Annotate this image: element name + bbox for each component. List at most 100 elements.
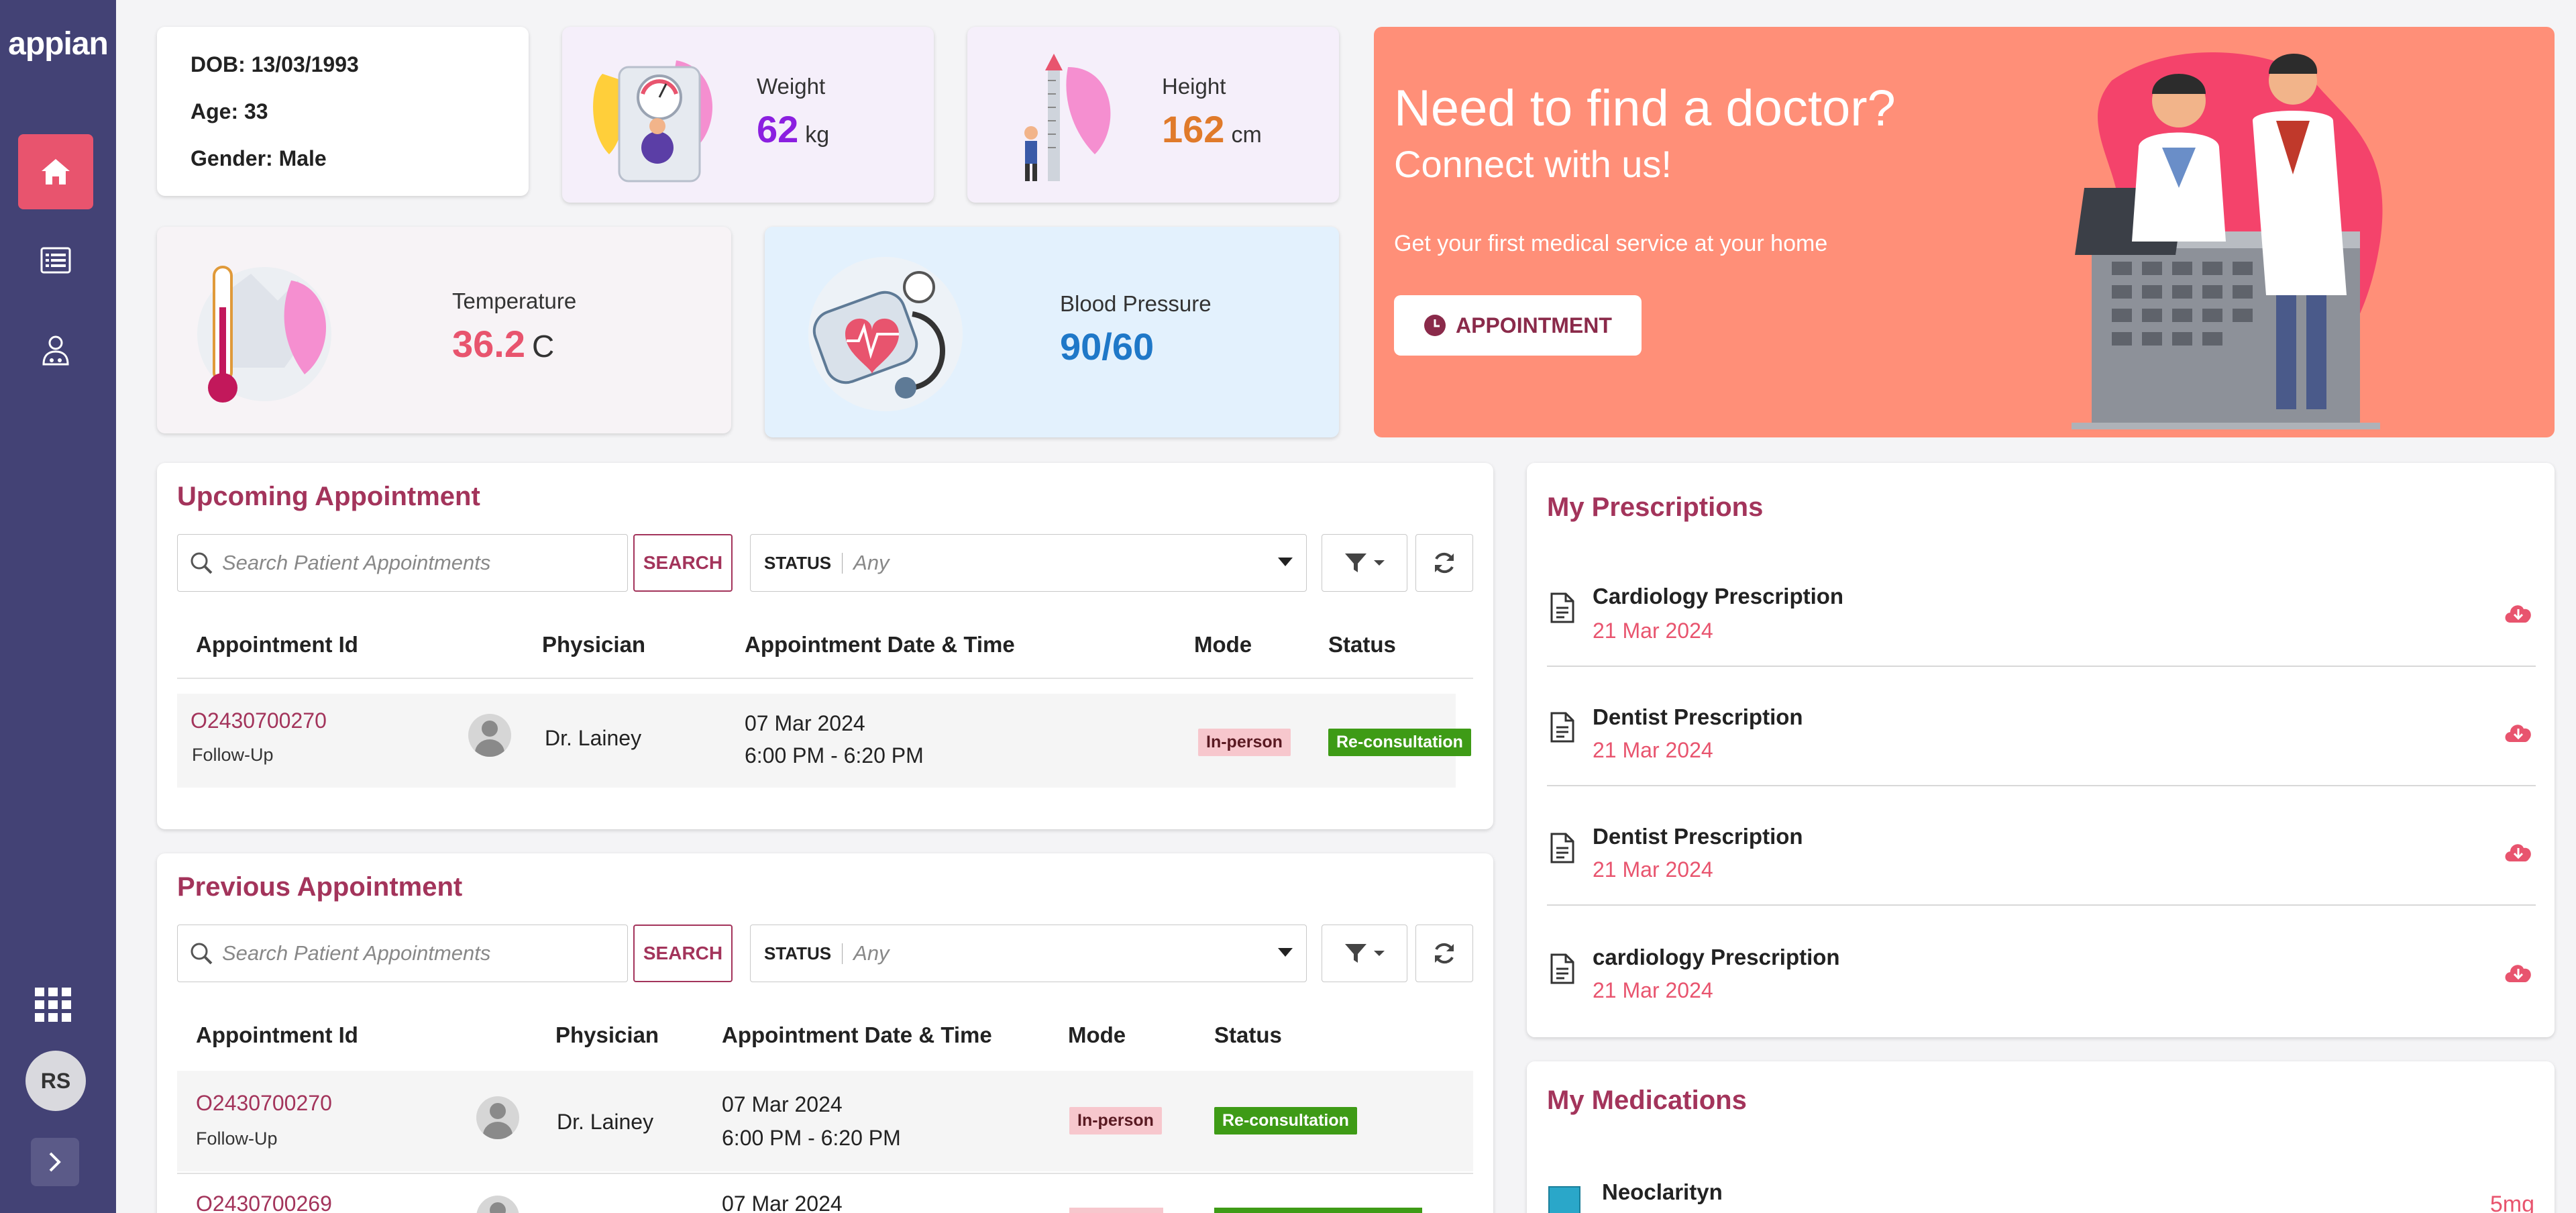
download-cloud-icon[interactable] xyxy=(2502,600,2534,624)
hero-subtitle: Connect with us! xyxy=(1394,143,1672,185)
row-divider xyxy=(177,1173,1473,1174)
document-icon xyxy=(1550,592,1574,623)
previous-title: Previous Appointment xyxy=(177,872,463,902)
upcoming-status-dropdown[interactable]: STATUS Any xyxy=(750,534,1307,592)
caret-down-icon xyxy=(1374,560,1385,566)
status-value: Any xyxy=(853,941,890,965)
home-icon xyxy=(42,159,70,184)
col-date-time: Appointment Date & Time xyxy=(745,632,1015,657)
refresh-icon xyxy=(1435,943,1454,964)
appointment-time: 6:00 PM - 6:20 PM xyxy=(722,1126,901,1150)
col-mode: Mode xyxy=(1068,1022,1126,1047)
appointment-date: 07 Mar 2024 xyxy=(722,1092,843,1116)
appointment-date: 07 Mar 2024 xyxy=(722,1192,843,1213)
physician-avatar xyxy=(468,714,511,757)
prescriptions-title: My Prescriptions xyxy=(1547,492,1764,522)
previous-appointment-card: Previous Appointment Search Patient Appo… xyxy=(157,853,1493,1213)
height-value: 162 cm xyxy=(1162,108,1262,150)
document-icon xyxy=(1550,953,1574,984)
document-icon xyxy=(1550,833,1574,863)
prescription-name: Cardiology Prescription xyxy=(1593,584,1844,609)
temperature-card: Temperature 36.2 C xyxy=(157,227,731,433)
age-text: Age: 33 xyxy=(191,99,268,123)
upcoming-search-button[interactable]: SEARCH xyxy=(633,534,733,592)
download-cloud-icon[interactable] xyxy=(2502,839,2534,863)
prescription-name: cardiology Prescription xyxy=(1593,945,1840,969)
mode-badge: In-person xyxy=(1069,1107,1162,1135)
appointment-button-label: APPOINTMENT xyxy=(1456,313,1612,337)
find-doctor-banner: Need to find a doctor? Connect with us! … xyxy=(1374,27,2555,437)
col-status: Status xyxy=(1214,1022,1282,1047)
height-card: Height 162 cm xyxy=(967,27,1339,203)
previous-refresh-button[interactable] xyxy=(1415,925,1473,982)
upcoming-filter-button[interactable] xyxy=(1322,534,1407,592)
col-date-time: Appointment Date & Time xyxy=(722,1022,992,1047)
weight-card: Weight 62 kg xyxy=(562,27,934,203)
sidebar-item-list[interactable] xyxy=(18,223,93,298)
status-label: STATUS xyxy=(764,552,843,574)
medicine-thumbnail xyxy=(1548,1186,1580,1213)
prescription-date: 21 Mar 2024 xyxy=(1593,738,1713,762)
doctors-illustration xyxy=(2072,52,2383,429)
caret-down-icon xyxy=(1278,558,1293,566)
app-logo[interactable]: appian xyxy=(0,25,116,62)
appointment-id-link[interactable]: O2430700270 xyxy=(196,1091,332,1116)
previous-filter-button[interactable] xyxy=(1322,925,1407,982)
height-ruler-illustration xyxy=(1024,54,1111,181)
hero-title: Need to find a doctor? xyxy=(1394,80,1896,137)
dob-text: DOB: 13/03/1993 xyxy=(191,52,359,76)
weight-value: 62 kg xyxy=(757,108,830,150)
appointment-id-link[interactable]: O2430700270 xyxy=(191,708,327,733)
previous-search-input[interactable]: Search Patient Appointments xyxy=(177,925,628,982)
status-badge: Re-consultation xyxy=(1328,729,1471,756)
height-label: Height xyxy=(1162,74,1226,99)
temperature-label: Temperature xyxy=(452,288,577,313)
divider xyxy=(1547,666,2536,667)
upcoming-title: Upcoming Appointment xyxy=(177,482,480,511)
gender-text: Gender: Male xyxy=(191,146,327,170)
prescriptions-card: My Prescriptions Cardiology Prescription… xyxy=(1527,463,2555,1037)
status-value: Any xyxy=(853,551,890,574)
apps-grid-icon[interactable] xyxy=(35,988,72,1026)
clock-icon xyxy=(1424,315,1446,336)
blood-pressure-illustration xyxy=(808,257,963,411)
appointment-id-link[interactable]: O2430700269 xyxy=(196,1192,332,1213)
weight-scale-illustration xyxy=(593,60,712,182)
weight-label: Weight xyxy=(757,74,826,99)
list-icon xyxy=(40,247,71,274)
prescription-name: Dentist Prescription xyxy=(1593,704,1803,729)
appointment-button[interactable]: APPOINTMENT xyxy=(1394,295,1642,356)
expand-sidebar-button[interactable] xyxy=(31,1138,79,1186)
blood-pressure-card: Blood Pressure 90/60 xyxy=(765,227,1339,437)
col-appointment-id: Appointment Id xyxy=(196,1022,358,1047)
search-placeholder: Search Patient Appointments xyxy=(222,941,491,965)
hero-text: Get your first medical service at your h… xyxy=(1394,231,1828,256)
col-appointment-id: Appointment Id xyxy=(196,632,358,657)
download-cloud-icon[interactable] xyxy=(2502,719,2534,743)
mode-badge xyxy=(1069,1208,1163,1213)
col-status: Status xyxy=(1328,632,1396,657)
appointment-type: Follow-Up xyxy=(196,1128,278,1149)
appointment-date: 07 Mar 2024 xyxy=(745,711,865,735)
download-cloud-icon[interactable] xyxy=(2502,959,2534,984)
filter-icon xyxy=(1345,553,1366,572)
medication-name: Neoclarityn xyxy=(1602,1179,1723,1204)
status-badge: Re-consultation xyxy=(1214,1107,1357,1135)
sidebar-item-doctor[interactable] xyxy=(18,313,93,388)
search-icon xyxy=(191,552,213,574)
prescription-date: 21 Mar 2024 xyxy=(1593,619,1713,643)
upcoming-search-input[interactable]: Search Patient Appointments xyxy=(177,534,628,592)
col-physician: Physician xyxy=(542,632,646,657)
upcoming-refresh-button[interactable] xyxy=(1415,534,1473,592)
document-icon xyxy=(1550,712,1574,743)
blood-pressure-label: Blood Pressure xyxy=(1060,291,1212,316)
sidebar-item-home[interactable] xyxy=(18,134,93,209)
previous-status-dropdown[interactable]: STATUS Any xyxy=(750,925,1307,982)
doctor-icon xyxy=(42,335,69,366)
previous-search-button[interactable]: SEARCH xyxy=(633,925,733,982)
thermometer-illustration xyxy=(197,266,331,403)
user-avatar[interactable]: RS xyxy=(25,1051,86,1111)
medications-title: My Medications xyxy=(1547,1086,1747,1115)
profile-card: DOB: 13/03/1993 Age: 33 Gender: Male xyxy=(157,27,529,196)
header-divider xyxy=(177,678,1473,679)
